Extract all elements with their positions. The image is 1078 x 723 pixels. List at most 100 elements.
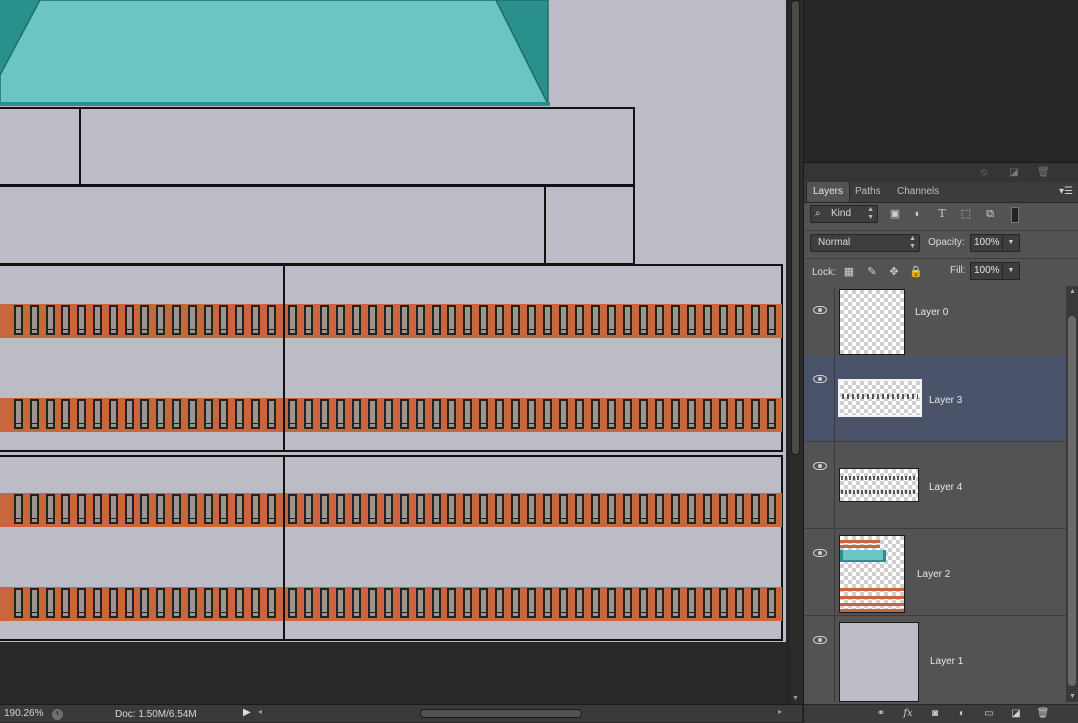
workspace-vertical-scrollbar[interactable]: ▼ [788, 0, 803, 704]
dropdown-arrow-icon[interactable]: ▼ [1002, 235, 1019, 251]
window [235, 305, 244, 335]
tab-paths[interactable]: Paths [855, 182, 881, 202]
window [46, 305, 55, 335]
scroll-up-arrow-icon[interactable]: ▲ [1069, 288, 1076, 295]
new-layer-icon[interactable]: ◪ [1009, 707, 1023, 721]
window-band [0, 587, 782, 621]
eye-icon[interactable] [813, 636, 827, 644]
layers-scroll-thumb[interactable] [1068, 316, 1076, 686]
workspace-horizontal-scrollbar[interactable]: ◂ ▸ [256, 707, 784, 720]
layer-name[interactable]: Layer 3 [929, 395, 962, 406]
type-filter-icon[interactable]: T [934, 207, 950, 221]
link-layers-icon[interactable]: ⚭ [874, 707, 888, 721]
window [559, 494, 568, 524]
timing-icon[interactable] [52, 709, 63, 720]
visibility-cell[interactable] [804, 529, 835, 615]
panel-menu-icon[interactable]: ▾☰ [1059, 186, 1073, 197]
shape-filter-icon[interactable]: ⬚ [958, 207, 974, 221]
filter-kind-select[interactable]: ⌕ Kind ▲ ▼ [810, 205, 878, 223]
eye-icon[interactable] [813, 375, 827, 383]
scroll-right-arrow-icon[interactable]: ▸ [778, 707, 782, 716]
teal-roof-shape [0, 0, 550, 106]
lock-all-icon[interactable]: 🔒 [909, 265, 923, 279]
horizontal-scroll-thumb[interactable] [420, 709, 582, 718]
layer-name[interactable]: Layer 4 [929, 482, 962, 493]
window [93, 305, 102, 335]
blend-mode-select[interactable]: Normal ▲ ▼ [810, 234, 920, 252]
layer-list[interactable]: Layer 0 Layer 3 Layer 4 Layer 2 Layer 1 [804, 286, 1066, 702]
window [320, 494, 329, 524]
facade-divider-upper [283, 264, 285, 452]
window [495, 399, 504, 429]
fill-field[interactable]: 100% ▼ [970, 262, 1020, 280]
layer-row-layer-1[interactable]: Layer 1 [804, 616, 1066, 702]
window [93, 588, 102, 618]
scroll-down-arrow-icon[interactable]: ▼ [792, 695, 799, 702]
window [172, 399, 181, 429]
no-entry-icon[interactable]: ⦸ [978, 167, 990, 178]
lock-transparent-pixels-icon[interactable]: ▦ [842, 265, 856, 279]
window [591, 588, 600, 618]
window [575, 305, 584, 335]
zoom-level[interactable]: 190.26% [4, 708, 43, 719]
image-filter-icon[interactable]: ▣ [887, 207, 903, 221]
window [400, 494, 409, 524]
window [304, 305, 313, 335]
window [767, 494, 776, 524]
new-item-icon[interactable]: ◪ [1008, 167, 1020, 178]
window [204, 399, 213, 429]
window [687, 588, 696, 618]
window [30, 305, 39, 335]
layer-name[interactable]: Layer 0 [915, 307, 948, 318]
document-canvas[interactable] [0, 0, 786, 642]
window [559, 399, 568, 429]
visibility-cell[interactable] [804, 442, 835, 528]
window [607, 588, 616, 618]
layer-name[interactable]: Layer 2 [917, 569, 950, 580]
window [204, 494, 213, 524]
layers-scrollbar[interactable]: ▲ ▼ [1066, 286, 1078, 702]
dropdown-arrow-icon[interactable]: ▼ [1002, 263, 1019, 279]
delete-layer-icon[interactable]: 🗑 [1036, 707, 1050, 721]
blend-mode-value: Normal [818, 237, 851, 248]
eye-icon[interactable] [813, 462, 827, 470]
window [687, 399, 696, 429]
layer-name[interactable]: Layer 1 [930, 656, 963, 667]
window [188, 399, 197, 429]
window [336, 494, 345, 524]
document-workspace[interactable] [0, 0, 788, 704]
status-menu-arrow-icon[interactable]: ▶ [243, 707, 251, 718]
lock-position-icon[interactable]: ✥ [887, 265, 901, 279]
eye-icon[interactable] [813, 306, 827, 314]
scroll-down-arrow-icon[interactable]: ▼ [1069, 693, 1076, 700]
opacity-field[interactable]: 100% ▼ [970, 234, 1020, 252]
adjustment-layer-icon[interactable]: ◐ [955, 707, 969, 721]
layer-row-layer-2[interactable]: Layer 2 [804, 529, 1066, 616]
window [591, 305, 600, 335]
window [767, 399, 776, 429]
tab-channels[interactable]: Channels [897, 182, 939, 202]
eye-icon[interactable] [813, 549, 827, 557]
layer-style-icon[interactable]: fx [901, 707, 915, 721]
new-group-icon[interactable]: ▭ [982, 707, 996, 721]
window [543, 588, 552, 618]
vertical-scroll-thumb[interactable] [791, 0, 800, 455]
upper-panel-area [804, 0, 1078, 162]
add-mask-icon[interactable]: ◙ [928, 707, 942, 721]
trash-icon[interactable]: 🗑 [1037, 167, 1050, 178]
layer-row-layer-4[interactable]: Layer 4 [804, 442, 1066, 529]
smart-object-filter-icon[interactable]: ⧉ [982, 207, 998, 221]
filter-toggle-switch[interactable] [1011, 207, 1019, 223]
scroll-left-arrow-icon[interactable]: ◂ [258, 707, 262, 716]
layer-row-layer-3[interactable]: Layer 3 [804, 355, 1066, 442]
visibility-cell[interactable] [804, 355, 835, 441]
window [384, 399, 393, 429]
lock-row: Lock: ▦ ✎ ✥ 🔒 Fill: 100% ▼ [804, 259, 1078, 287]
window [368, 588, 377, 618]
window [352, 305, 361, 335]
window [77, 305, 86, 335]
lock-image-pixels-icon[interactable]: ✎ [865, 265, 879, 279]
visibility-cell[interactable] [804, 616, 835, 702]
tab-layers[interactable]: Layers [806, 182, 851, 202]
adjustment-filter-icon[interactable]: ◐ [910, 207, 926, 221]
